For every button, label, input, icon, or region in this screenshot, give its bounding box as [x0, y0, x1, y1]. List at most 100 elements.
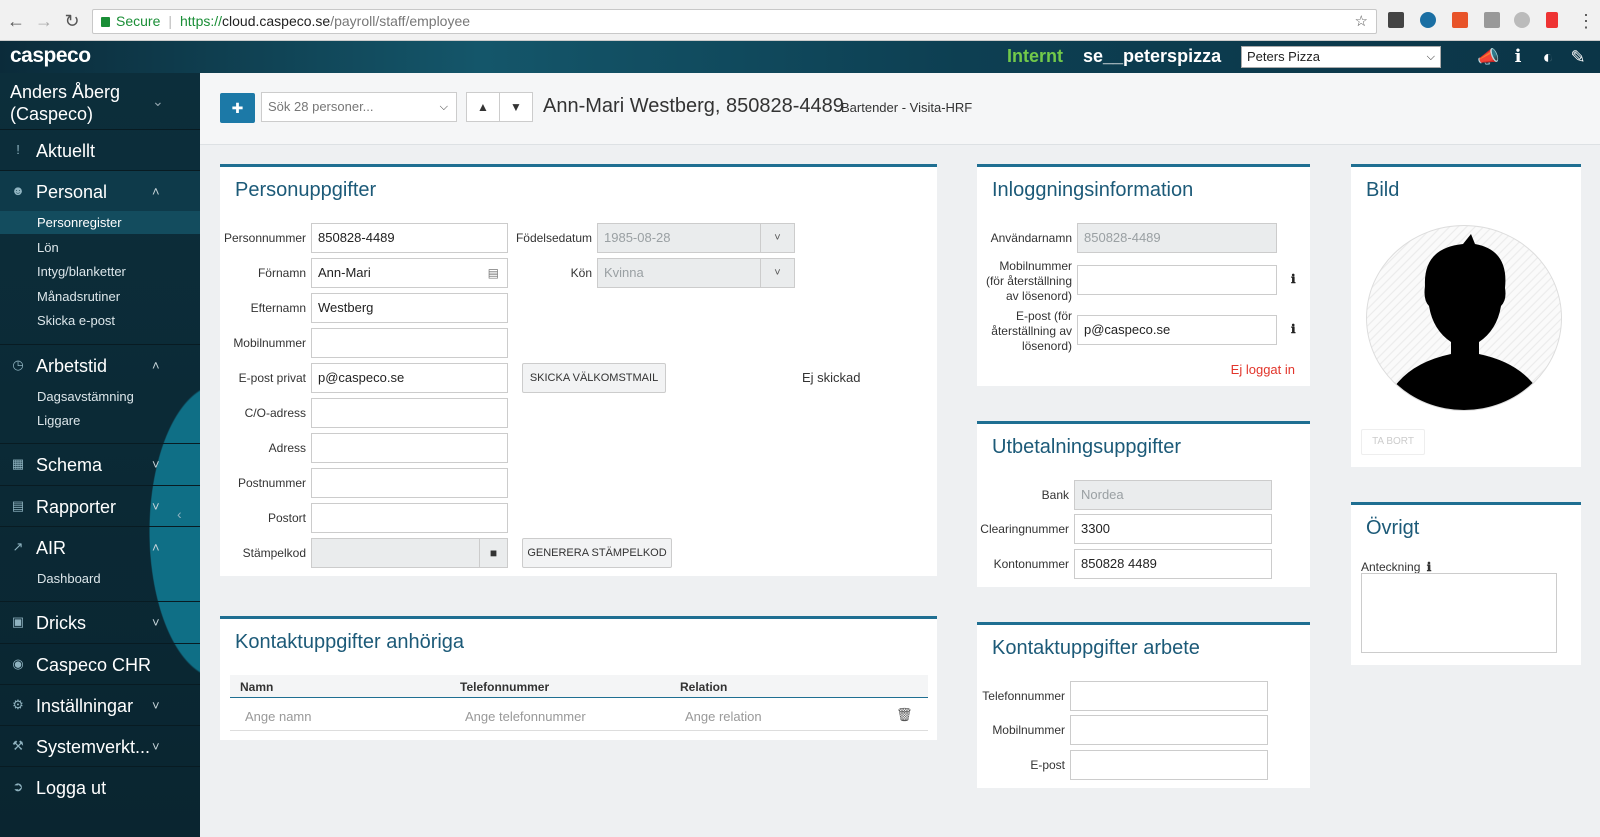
generate-stampelkod-button[interactable]: GENERERA STÄMPELKOD — [522, 538, 672, 568]
kontonummer-field[interactable]: 850828 4489 — [1074, 549, 1272, 579]
bank-label: Bank — [1041, 488, 1069, 502]
column-header-relation: Relation — [680, 680, 728, 694]
caspeco-logo[interactable]: caspeco — [10, 44, 91, 68]
mobilnummer-aterstallning-field[interactable] — [1077, 265, 1277, 295]
efternamn-field[interactable]: Westberg — [311, 293, 508, 323]
sidebar-item-label: Rapporter — [36, 497, 117, 517]
sidebar-item-aktuellt[interactable]: ! Aktuellt — [0, 129, 200, 171]
edit-icon[interactable]: ✎ — [1567, 46, 1589, 68]
sidebar-item-air[interactable]: ↗ AIR ˄ — [0, 526, 200, 568]
efternamn-value: Westberg — [318, 300, 374, 315]
info-icon[interactable]: ℹ — [1291, 272, 1296, 286]
employee-role: Bartender - Visita-HRF — [841, 100, 973, 115]
megaphone-icon[interactable]: 📣 — [1477, 46, 1499, 68]
namn-input[interactable]: Ange namn — [245, 709, 312, 724]
bookmark-star-icon[interactable]: ☆ — [1355, 10, 1368, 33]
sidebar-item-dricks[interactable]: ▣ Dricks ˅ — [0, 601, 200, 643]
fodelsedatum-select: 1985-08-28 ˅ — [597, 223, 795, 253]
sidebar-item-schema[interactable]: ▦ Schema ˅ — [0, 443, 200, 485]
postort-label: Postort — [267, 511, 306, 525]
remove-picture-button[interactable]: TA BORT — [1361, 429, 1425, 455]
person-silhouette-icon — [1395, 234, 1535, 410]
sidebar-subitem-dagsavstamning[interactable]: Dagsavstämning — [37, 389, 134, 404]
arbete-telefon-field[interactable] — [1070, 681, 1268, 711]
profile-icon[interactable] — [1514, 12, 1530, 28]
sidebar-subitem-manadsrutiner[interactable]: Månadsrutiner — [37, 289, 120, 304]
sidebar-item-personal[interactable]: ☻ Personal ˄ — [0, 170, 200, 212]
sidebar-item-label: Dricks — [36, 613, 86, 633]
personnummer-field[interactable]: 850828-4489 — [311, 223, 508, 253]
sidebar-item-systemverktyg[interactable]: ⚒ Systemverkt... ˅ — [0, 725, 200, 767]
sidebar-collapse-icon[interactable]: ‹ — [177, 506, 182, 522]
sidebar-item-arbetstid[interactable]: ◷ Arbetstid ˄ — [0, 344, 200, 386]
kontonummer-value: 850828 4489 — [1081, 556, 1157, 571]
fornamn-field[interactable]: Ann-Mari ▤ — [311, 258, 508, 288]
arbete-epost-field[interactable] — [1070, 750, 1268, 780]
lock-icon[interactable]: ■ — [479, 539, 507, 567]
extension-icon-4[interactable] — [1484, 12, 1500, 28]
sidebar-item-label: Caspeco CHR — [36, 655, 152, 675]
extension-icon-2[interactable] — [1420, 12, 1436, 28]
adress-field[interactable] — [311, 433, 508, 463]
telefonnummer-input[interactable]: Ange telefonnummer — [465, 709, 586, 724]
chevron-down-icon[interactable]: ⌄ — [152, 93, 164, 110]
sidebar-item-logga-ut[interactable]: ➲ Logga ut — [0, 766, 200, 808]
reload-icon[interactable]: ↻ — [62, 10, 82, 32]
menu-dots-icon[interactable]: ⋮ — [1576, 10, 1596, 32]
report-icon: ▤ — [11, 498, 25, 513]
main-content: ✚ Sök 28 personer... ⌵ ▲ ▼ Ann-Mari West… — [200, 73, 1600, 837]
trash-icon[interactable]: 🗑 — [896, 707, 913, 723]
panel-title: Kontaktuppgifter arbete — [992, 637, 1200, 659]
relation-input[interactable]: Ange relation — [685, 709, 762, 724]
sidebar-subitem-personregister[interactable]: Personregister — [0, 211, 200, 234]
postort-field[interactable] — [311, 503, 508, 533]
previous-person-button[interactable]: ▲ — [466, 92, 500, 122]
calendar-icon: ▦ — [11, 456, 25, 471]
sidebar-subitem-liggare[interactable]: Liggare — [37, 413, 80, 428]
next-person-button[interactable]: ▼ — [499, 92, 533, 122]
personnummer-label: Personnummer — [223, 231, 306, 245]
sidebar-subitem-dashboard[interactable]: Dashboard — [37, 571, 101, 586]
extension-icon-1[interactable] — [1388, 12, 1404, 28]
support-icon[interactable]: ◐ — [1537, 46, 1559, 68]
panel-title: Inloggningsinformation — [992, 179, 1194, 201]
epost-aterstallning-label: E-post (för återställning av lösenord) — [991, 309, 1072, 353]
sidebar-item-caspeco-chr[interactable]: ◉ Caspeco CHR — [0, 643, 200, 685]
postnummer-field[interactable] — [311, 468, 508, 498]
address-bar[interactable]: Secure | https://cloud.caspeco.se/payroll/… — [92, 9, 1377, 34]
users-icon: ☻ — [11, 183, 25, 198]
mobilnummer-field[interactable] — [311, 328, 508, 358]
sidebar-subitem-skicka-epost[interactable]: Skicka e-post — [37, 313, 115, 328]
anteckning-textarea[interactable] — [1361, 573, 1557, 653]
user-name[interactable]: Anders Åberg (Caspeco) — [10, 81, 120, 125]
company-select[interactable]: Peters Pizza ⌵ — [1241, 46, 1441, 68]
anvandarnamn-label: Användarnamn — [990, 231, 1072, 245]
extension-icon-3[interactable] — [1452, 12, 1468, 28]
sidebar-item-label: Aktuellt — [36, 141, 96, 161]
info-icon[interactable]: ℹ — [1427, 560, 1432, 574]
clock-icon: ◷ — [12, 357, 24, 372]
arbete-mobil-field[interactable] — [1070, 715, 1268, 745]
sidebar-subitem-intyg[interactable]: Intyg/blanketter — [37, 264, 126, 279]
extension-icon-5[interactable] — [1546, 12, 1558, 28]
co-adress-field[interactable] — [311, 398, 508, 428]
chevron-down-icon: ˅ — [760, 224, 794, 252]
sidebar-item-rapporter[interactable]: ▤ Rapporter ˅ — [0, 485, 200, 527]
info-icon[interactable]: ℹ — [1291, 322, 1296, 336]
info-icon[interactable]: i — [1507, 46, 1529, 68]
send-welcome-mail-button[interactable]: SKICKA VÄLKOMSTMAIL — [522, 363, 666, 393]
epost-privat-field[interactable]: p@caspeco.se — [311, 363, 508, 393]
back-icon[interactable]: ← — [6, 10, 26, 32]
sidebar-item-label: Logga ut — [36, 778, 107, 798]
chevron-up-icon: ˄ — [152, 358, 160, 373]
person-search-select[interactable]: Sök 28 personer... ⌵ — [261, 92, 457, 122]
epost-aterstallning-field[interactable]: p@caspeco.se — [1077, 315, 1277, 345]
forward-icon[interactable]: → — [34, 10, 54, 32]
sidebar-item-installningar[interactable]: ⚙ Inställningar ˅ — [0, 684, 200, 726]
clearingnummer-field[interactable]: 3300 — [1074, 514, 1272, 544]
sidebar-subitem-lon[interactable]: Lön — [37, 240, 59, 255]
mobilnummer-aterstallning-label: Mobilnummer (för återställning av lösenord… — [985, 259, 1072, 303]
epost-privat-value: p@caspeco.se — [318, 370, 405, 385]
stampelkod-field: ■ — [311, 538, 508, 568]
add-person-button[interactable]: ✚ — [220, 93, 255, 123]
